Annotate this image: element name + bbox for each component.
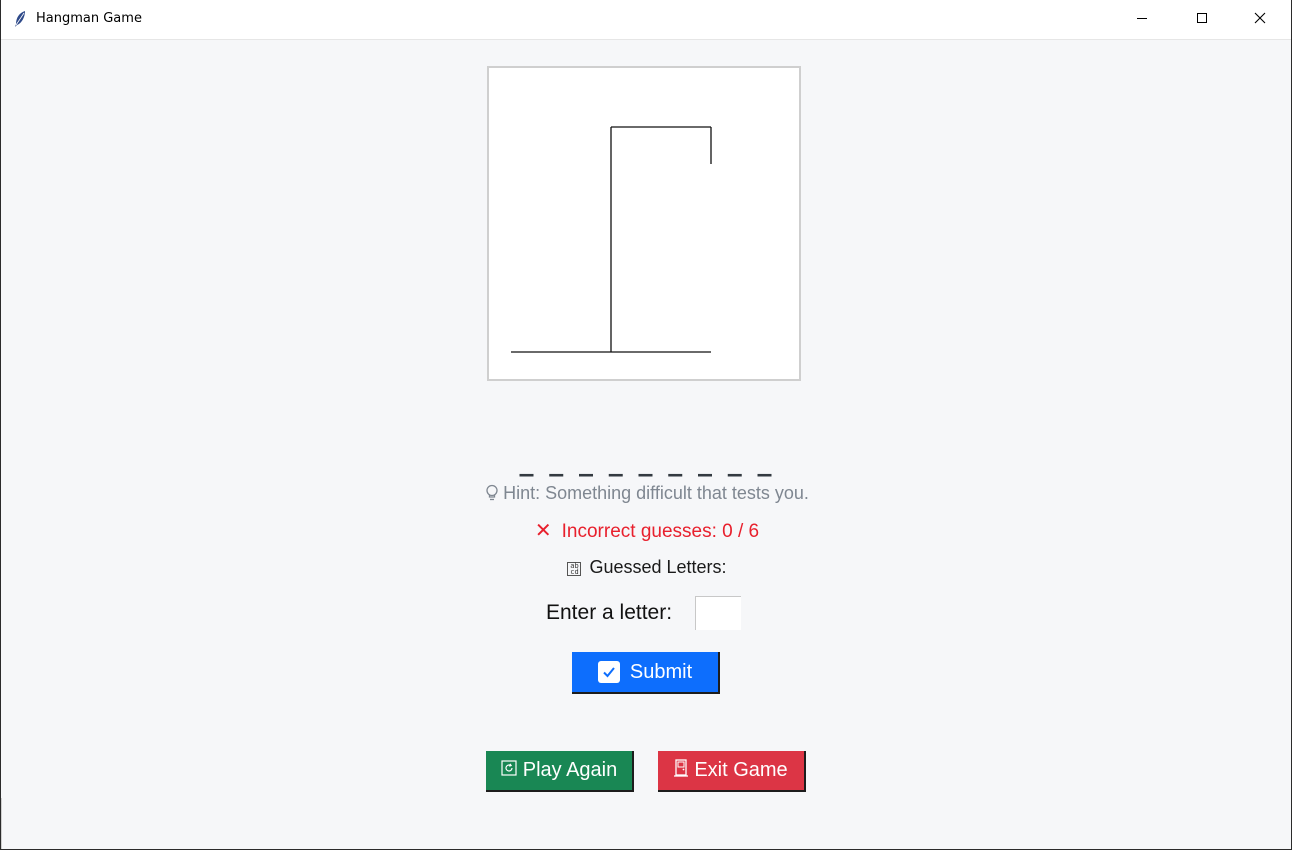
refresh-icon xyxy=(501,759,517,782)
window-edge-divider xyxy=(1,798,2,849)
hint-text: Hint: Something difficult that tests you… xyxy=(503,483,809,503)
window-title: Hangman Game xyxy=(36,11,142,26)
title-bar[interactable]: Hangman Game xyxy=(1,0,1291,40)
letters-grid-icon: ab cd xyxy=(567,562,582,576)
checkbox-check-icon xyxy=(597,661,620,683)
word-display: _ _ _ _ _ _ _ _ _ xyxy=(519,444,775,477)
play-again-label: Play Again xyxy=(522,759,618,781)
hint-text-row: Hint: Something difficult that tests you… xyxy=(441,482,853,507)
submit-button[interactable]: Submit xyxy=(572,652,720,694)
maximize-icon xyxy=(1196,11,1208,29)
guessed-letters-row: ab cd Guessed Letters: xyxy=(441,556,853,578)
maximize-button[interactable] xyxy=(1173,0,1231,39)
enter-letter-label: Enter a letter: xyxy=(546,601,673,624)
incorrect-guesses-row: ✕ Incorrect guesses: 0 / 6 xyxy=(441,519,853,543)
play-again-button[interactable]: Play Again xyxy=(486,751,634,792)
close-icon xyxy=(1254,11,1266,29)
gallows-drawing xyxy=(511,126,712,353)
incorrect-guesses-text: Incorrect guesses: 0 / 6 xyxy=(561,521,760,542)
x-icon: ✕ xyxy=(534,518,552,542)
close-button[interactable] xyxy=(1231,0,1289,39)
submit-label: Submit xyxy=(629,660,693,683)
door-icon xyxy=(674,758,689,783)
exit-game-button[interactable]: Exit Game xyxy=(658,751,806,792)
feather-icon xyxy=(13,10,27,28)
lightbulb-icon xyxy=(485,484,499,507)
letter-input[interactable] xyxy=(695,596,741,630)
minimize-icon xyxy=(1136,11,1148,29)
hangman-window: Hangman Game _ _ _ _ _ _ _ _ _ Hint: Som… xyxy=(0,0,1292,850)
guessed-letters-label: Guessed Letters: xyxy=(589,557,727,577)
minimize-button[interactable] xyxy=(1113,0,1171,39)
hangman-canvas xyxy=(487,66,801,381)
exit-game-label: Exit Game xyxy=(694,759,788,781)
